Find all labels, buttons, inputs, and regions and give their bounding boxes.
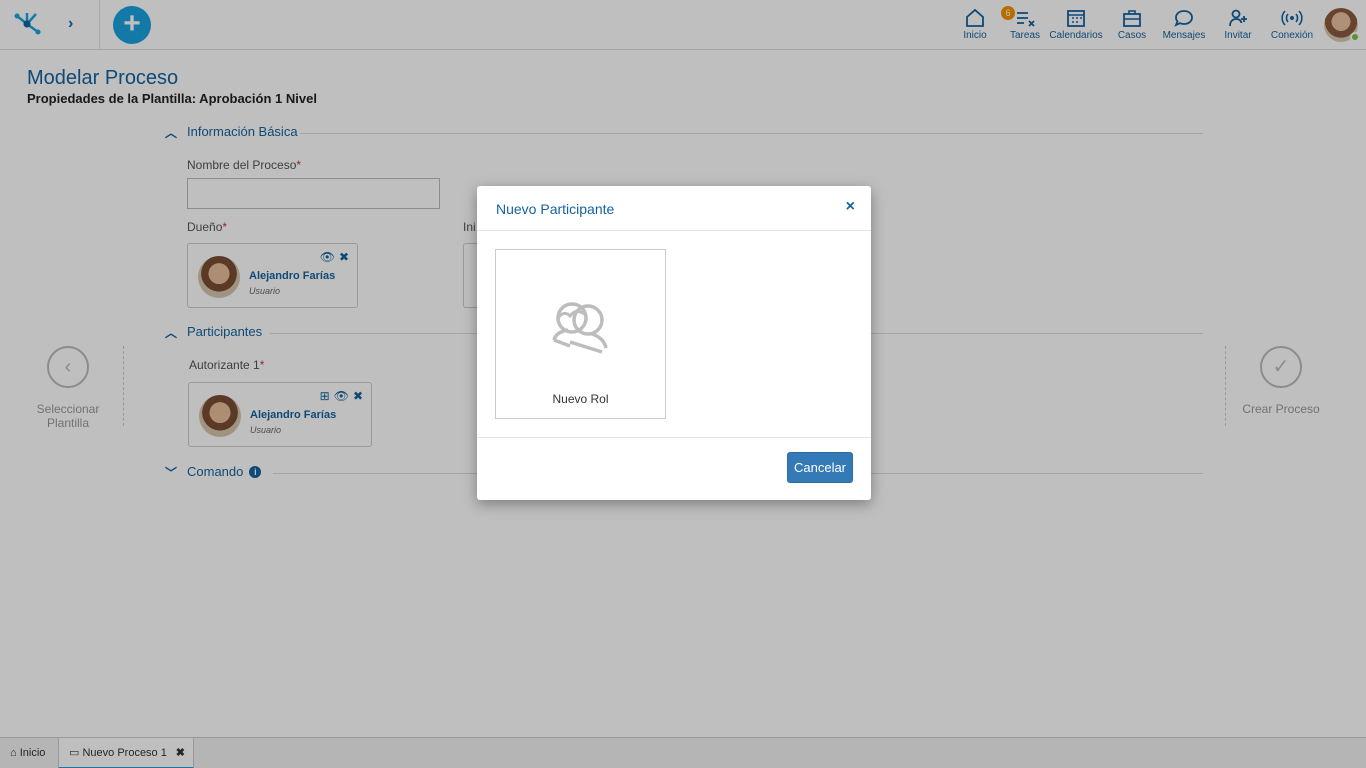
close-icon[interactable]: ×	[846, 198, 855, 216]
new-role-label: Nuevo Rol	[552, 392, 609, 406]
new-role-tile[interactable]: Nuevo Rol	[495, 249, 666, 419]
dialog-title: Nuevo Participante	[496, 201, 615, 217]
group-icon	[552, 302, 608, 354]
new-participant-dialog: Nuevo Participante × Nuevo Rol Cancelar	[477, 186, 871, 500]
dialog-footer: Cancelar	[477, 437, 871, 500]
cancel-button[interactable]: Cancelar	[787, 452, 853, 483]
dialog-header: Nuevo Participante ×	[477, 186, 871, 231]
